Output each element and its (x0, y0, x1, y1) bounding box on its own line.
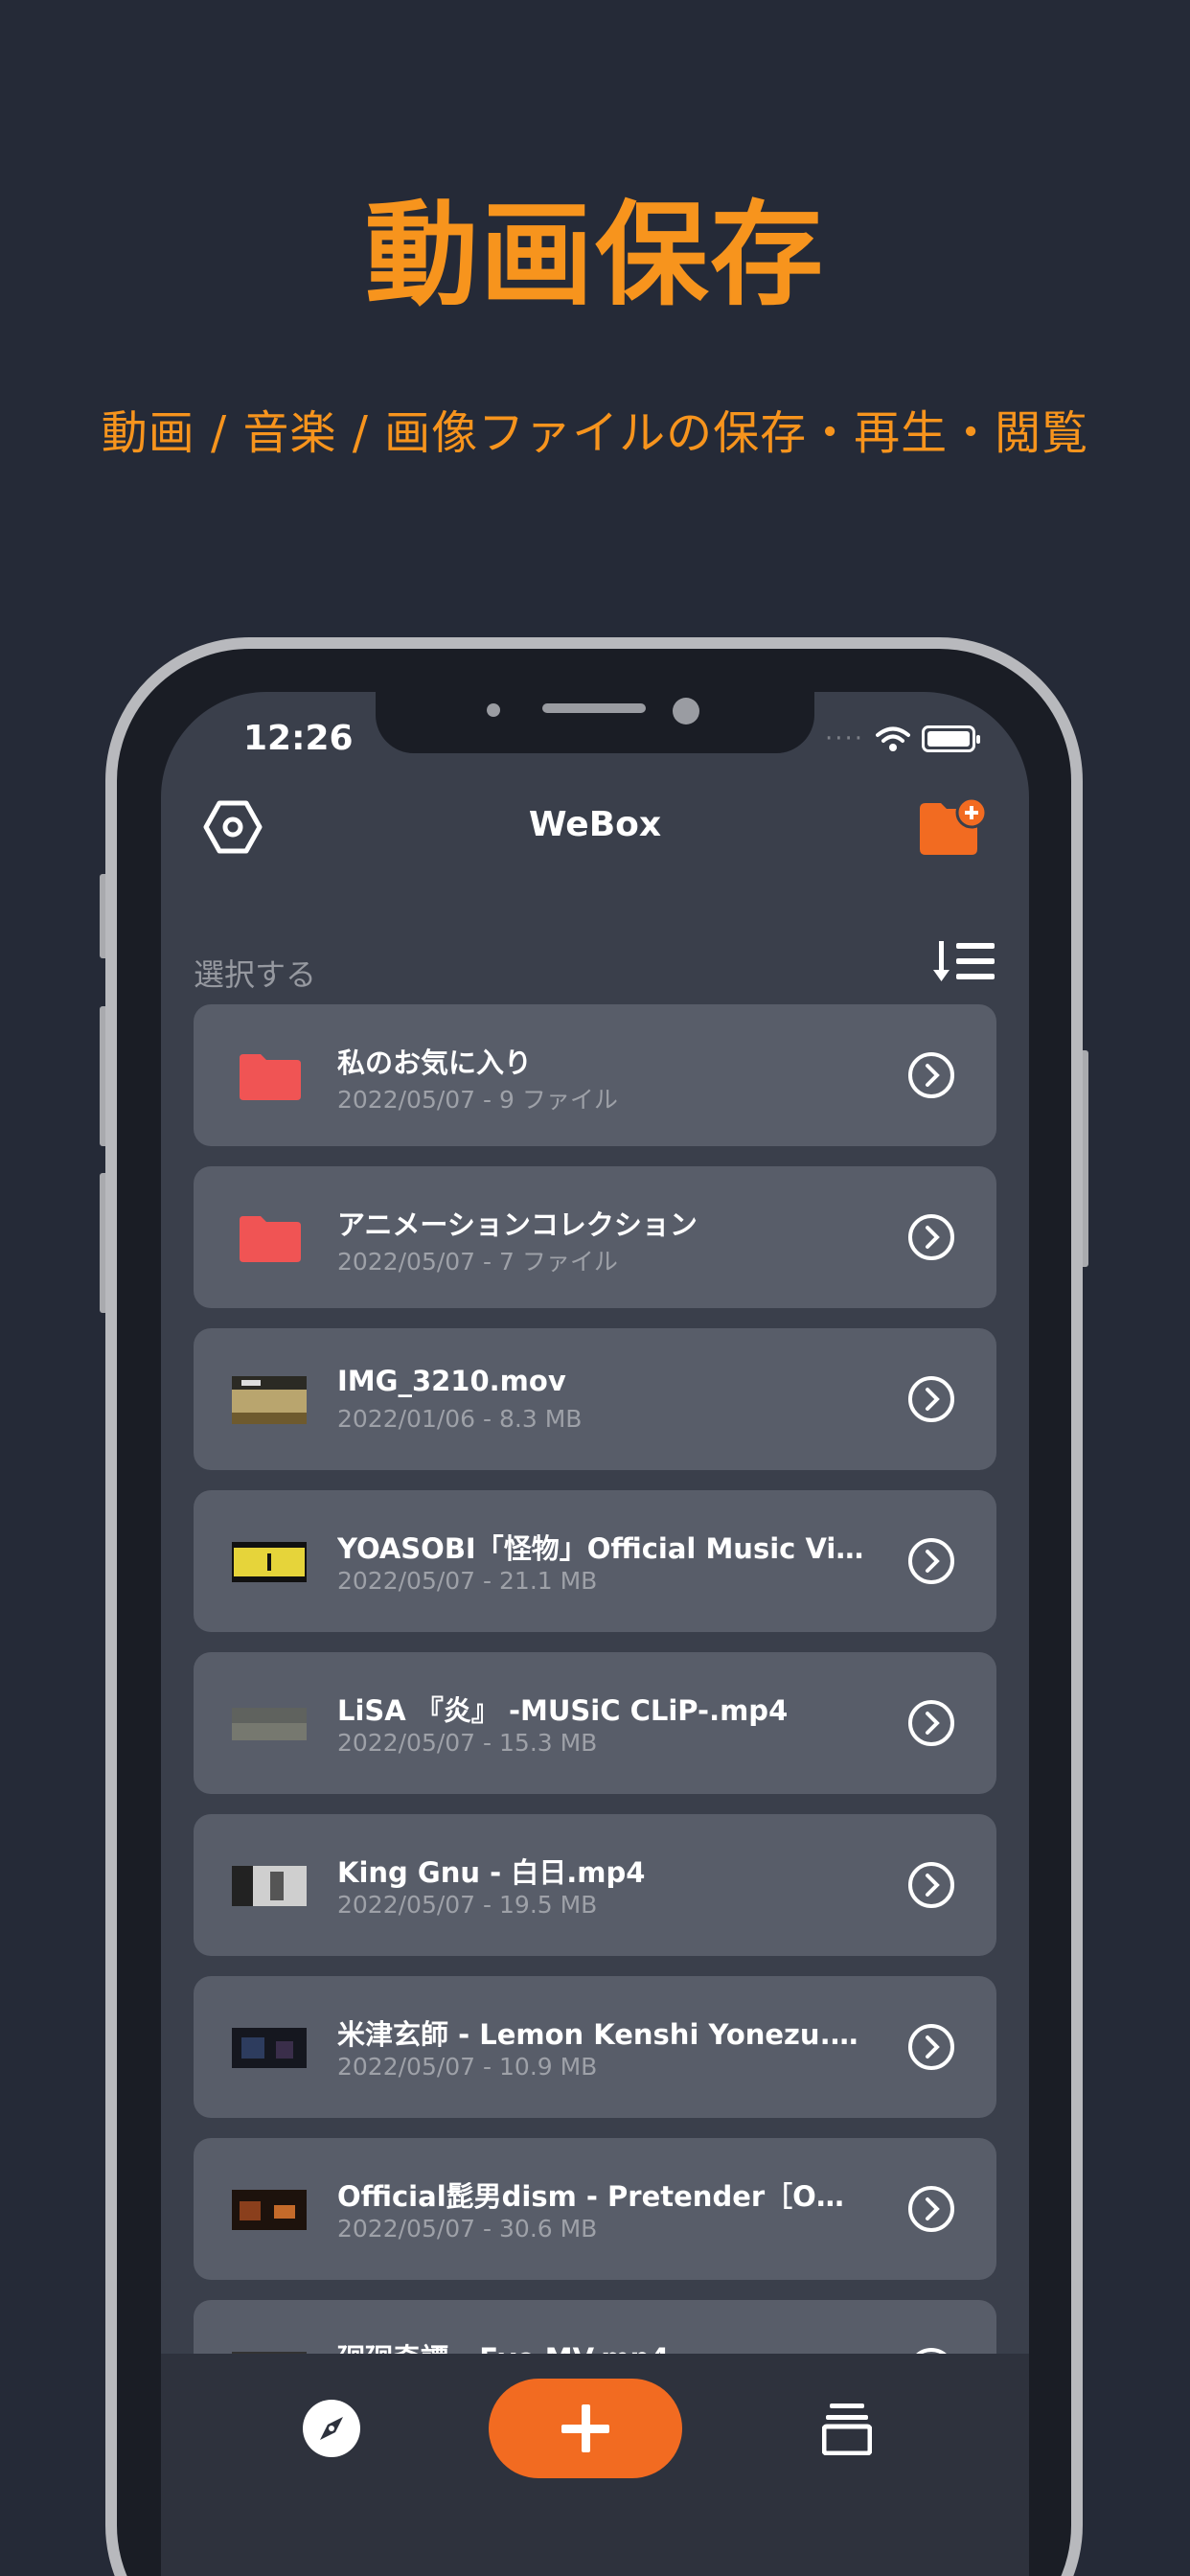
item-title: 米津玄師 - Lemon Kenshi Yonezu.mp4 (337, 2018, 874, 2051)
video-thumbnail (232, 1708, 307, 1740)
item-meta: 2022/05/07 - 19.5 MB (337, 1891, 598, 1919)
signal-icon: ···· (824, 724, 864, 753)
list-item-video[interactable]: IMG_3210.mov 2022/01/06 - 8.3 MB (194, 1328, 996, 1470)
wifi-icon (876, 726, 910, 751)
item-title: IMG_3210.mov (337, 1365, 566, 1397)
chevron-right-circle-icon[interactable] (906, 1050, 956, 1100)
app-screen: 12:26 ···· WeBox 選択する 私のお気に入り 2022/05/07… (161, 692, 1029, 2576)
section-label: 選択する (194, 956, 317, 993)
list-item-folder[interactable]: アニメーションコレクション 2022/05/07 - 7 ファイル (194, 1166, 996, 1308)
chevron-right-circle-icon[interactable] (906, 1536, 956, 1586)
item-meta: 2022/01/06 - 8.3 MB (337, 1405, 583, 1433)
folder-icon (240, 1054, 301, 1100)
item-meta: 2022/05/07 - 15.3 MB (337, 1729, 598, 1757)
item-title: 私のお気に入り (337, 1046, 533, 1079)
item-title: King Gnu - 白日.mp4 (337, 1856, 646, 1889)
app-title: WeBox (528, 805, 662, 844)
battery-icon (922, 725, 980, 752)
bottom-tab-bar (161, 2354, 1029, 2576)
chevron-right-circle-icon[interactable] (906, 1860, 956, 1910)
add-button[interactable] (489, 2379, 682, 2478)
list-item-video[interactable]: LiSA 『炎』 -MUSiC CLiP-.mp4 2022/05/07 - 1… (194, 1652, 996, 1794)
item-meta: 2022/05/07 - 30.6 MB (337, 2215, 598, 2242)
sort-list-icon[interactable] (933, 937, 996, 985)
notch (376, 692, 814, 753)
list-item-folder[interactable]: 私のお気に入り 2022/05/07 - 9 ファイル (194, 1004, 996, 1146)
file-list: 私のお気に入り 2022/05/07 - 9 ファイル アニメーションコレクショ… (194, 1004, 996, 2462)
stack-icon[interactable] (822, 2402, 872, 2455)
list-item-video[interactable]: Official髭男dism - Pretender［Official... 2… (194, 2138, 996, 2280)
chevron-right-circle-icon[interactable] (906, 1374, 956, 1424)
promo-headline: 動画保存 (364, 189, 825, 321)
item-meta: 2022/05/07 - 21.1 MB (337, 1567, 598, 1595)
promo-subline: 動画 / 音楽 / 画像ファイルの保存・再生・閲覧 (101, 406, 1089, 460)
list-item-video[interactable]: YOASOBI「怪物」Official Music Video... 2022/… (194, 1490, 996, 1632)
item-title: Official髭男dism - Pretender［Official... (337, 2180, 874, 2213)
compass-icon[interactable] (301, 2398, 362, 2459)
status-time: 12:26 (243, 719, 354, 758)
item-title: アニメーションコレクション (337, 1208, 698, 1241)
chevron-right-circle-icon[interactable] (906, 2184, 956, 2234)
video-thumbnail (232, 1542, 307, 1582)
folder-icon (240, 1216, 301, 1262)
item-title: LiSA 『炎』 -MUSiC CLiP-.mp4 (337, 1694, 789, 1727)
add-folder-icon[interactable] (916, 795, 991, 859)
video-thumbnail (232, 1376, 307, 1424)
status-indicators: ···· (824, 724, 980, 753)
list-item-video[interactable]: King Gnu - 白日.mp4 2022/05/07 - 19.5 MB (194, 1814, 996, 1956)
chevron-right-circle-icon[interactable] (906, 1698, 956, 1748)
video-thumbnail (232, 2190, 307, 2230)
item-title: YOASOBI「怪物」Official Music Video... (337, 1532, 874, 1565)
video-thumbnail (232, 1866, 307, 1906)
chevron-right-circle-icon[interactable] (906, 1212, 956, 1262)
item-meta: 2022/05/07 - 10.9 MB (337, 2053, 598, 2081)
item-meta: 2022/05/07 - 7 ファイル (337, 1248, 618, 1276)
list-item-video[interactable]: 米津玄師 - Lemon Kenshi Yonezu.mp4 2022/05/0… (194, 1976, 996, 2118)
item-meta: 2022/05/07 - 9 ファイル (337, 1086, 618, 1114)
chevron-right-circle-icon[interactable] (906, 2022, 956, 2072)
video-thumbnail (232, 2028, 307, 2068)
